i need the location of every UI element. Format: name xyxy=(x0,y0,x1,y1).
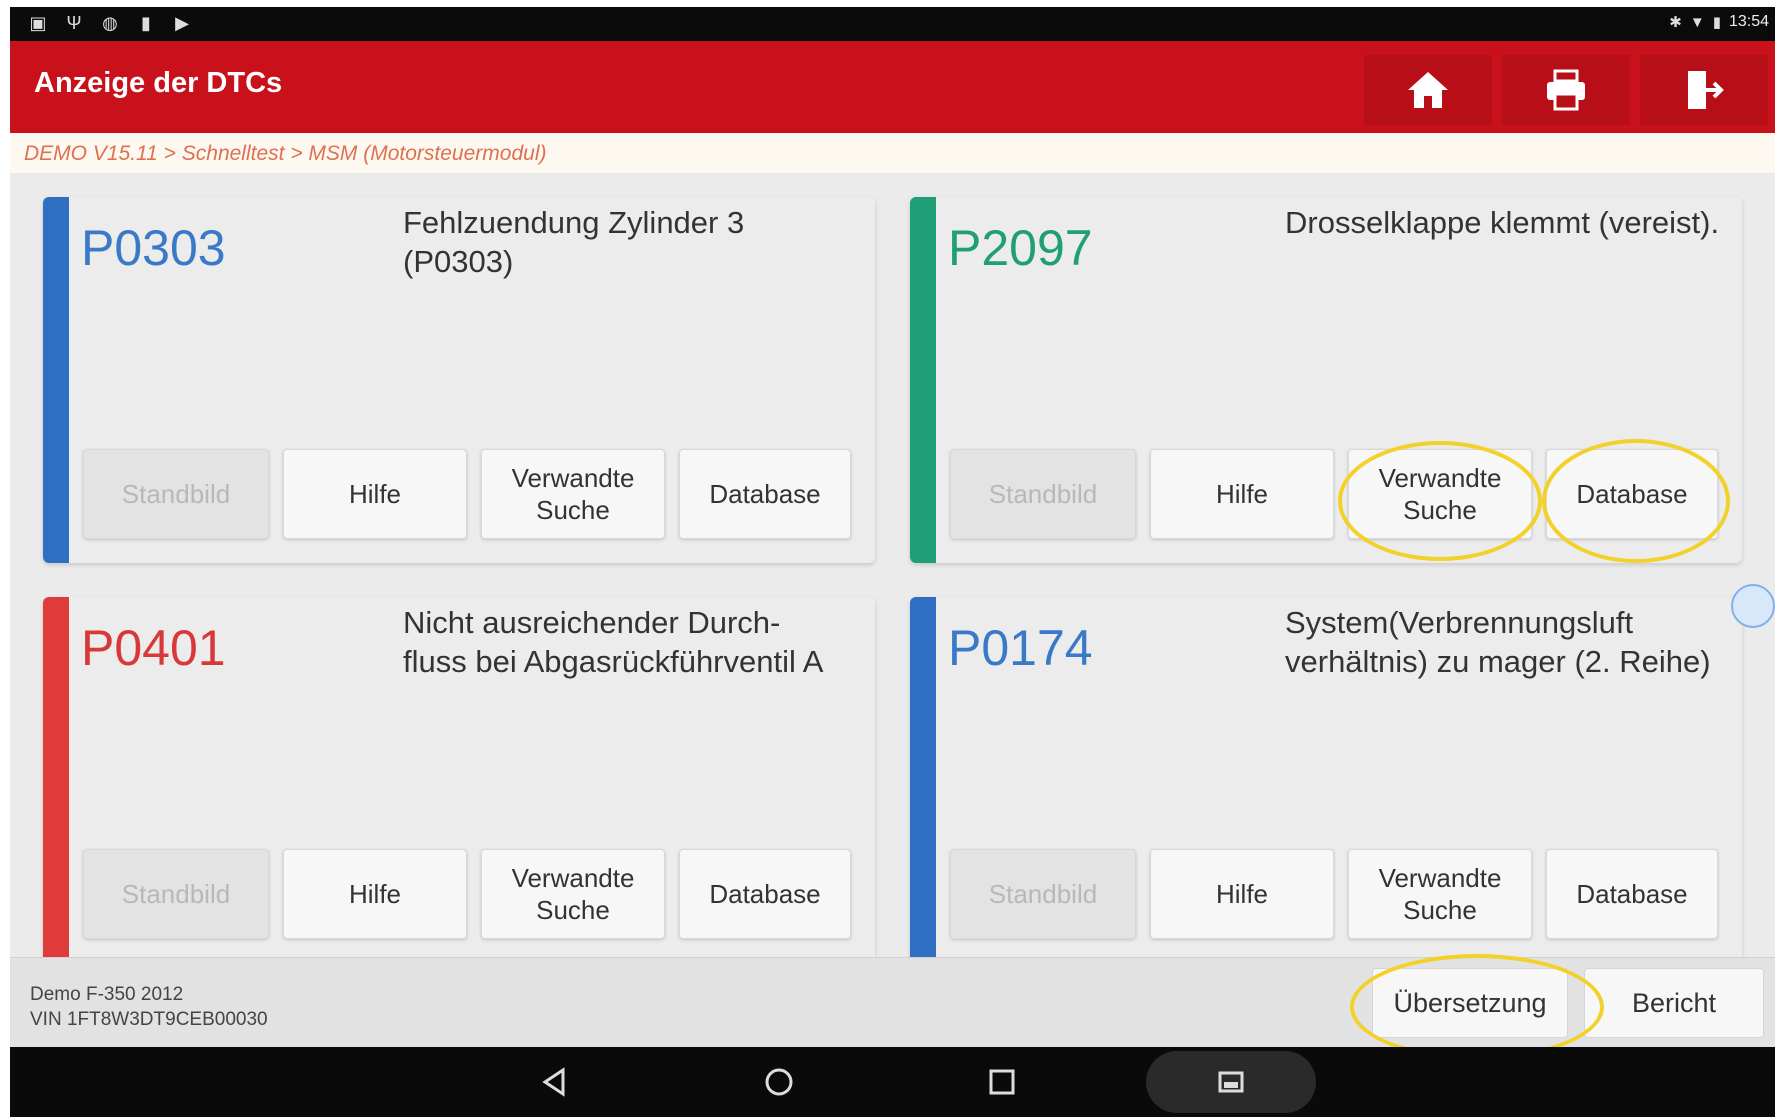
home-circle-icon xyxy=(765,1068,793,1096)
translate-button[interactable]: Übersetzung xyxy=(1372,968,1568,1038)
nav-home-button[interactable] xyxy=(754,1059,804,1105)
card-accent xyxy=(910,197,936,563)
hilfe-button[interactable]: Hilfe xyxy=(1150,849,1334,939)
vehicle-model: Demo F-350 2012 xyxy=(30,984,184,1005)
bluetooth-icon: ✱ xyxy=(1669,14,1682,31)
print-button[interactable] xyxy=(1502,55,1630,125)
status-time: 13:54 xyxy=(1728,13,1769,30)
print-icon xyxy=(1547,69,1585,111)
vehicle-vin: VIN 1FT8W3DT9CEB00030 xyxy=(30,1009,268,1030)
database-button[interactable]: Database xyxy=(679,849,851,939)
exit-button[interactable] xyxy=(1640,55,1768,125)
floating-assist-icon[interactable] xyxy=(1731,584,1775,628)
signal-icon: Ψ xyxy=(66,13,82,33)
database-button[interactable]: Database xyxy=(679,449,851,539)
battery-icon: ▮ xyxy=(1712,14,1721,31)
recents-button[interactable] xyxy=(977,1059,1027,1105)
standbild-button[interactable]: Standbild xyxy=(950,849,1136,939)
recents-icon xyxy=(989,1069,1015,1095)
bottom-bar: Demo F-350 2012 VIN 1FT8W3DT9CEB00030 Üb… xyxy=(10,957,1775,1048)
screenshot-icon xyxy=(1218,1071,1244,1093)
standbild-button[interactable]: Standbild xyxy=(83,449,269,539)
wifi-icon: ▼ xyxy=(1689,13,1705,31)
dtc-code: P2097 xyxy=(948,220,1093,276)
dtc-card: P0401 Nicht ausreichender Durch-fluss be… xyxy=(43,597,875,963)
database-button[interactable]: Database xyxy=(1546,449,1718,539)
tablet-screen: ▣ Ψ ◍ ▮ ▶ ✱ ▼ ▮ 13:54 Anzeige der DTCs D… xyxy=(10,7,1775,1117)
notification-icon: ▣ xyxy=(29,13,47,33)
vehicle-info: Demo F-350 2012 VIN 1FT8W3DT9CEB00030 xyxy=(30,982,268,1032)
dtc-code: P0303 xyxy=(81,220,226,276)
app-bar: Anzeige der DTCs xyxy=(10,41,1775,133)
hilfe-button[interactable]: Hilfe xyxy=(1150,449,1334,539)
standbild-button[interactable]: Standbild xyxy=(83,849,269,939)
verwandte-suche-button[interactable]: Verwandte Suche xyxy=(481,449,665,539)
page-title: Anzeige der DTCs xyxy=(34,67,283,99)
breadcrumb: DEMO V15.11 > Schnelltest > MSM (Motorst… xyxy=(10,133,1775,173)
dtc-card: P2097 Drosselklappe klemmt (vereist). St… xyxy=(910,197,1742,563)
verwandte-suche-button[interactable]: Verwandte Suche xyxy=(1348,449,1532,539)
breadcrumb-text: DEMO V15.11 > Schnelltest > MSM (Motorst… xyxy=(24,142,547,165)
verwandte-suche-button[interactable]: Verwandte Suche xyxy=(1348,849,1532,939)
back-icon xyxy=(542,1067,565,1097)
card-accent xyxy=(43,597,69,963)
card-accent xyxy=(43,197,69,563)
hilfe-button[interactable]: Hilfe xyxy=(283,449,467,539)
dtc-description: Nicht ausreichender Durch-fluss bei Abga… xyxy=(403,605,824,679)
back-button[interactable] xyxy=(530,1059,580,1105)
dtc-description: System(Verbrennungsluft verhältnis) zu m… xyxy=(1285,605,1711,679)
dtc-card: P0174 System(Verbrennungsluft verhältnis… xyxy=(910,597,1742,963)
dtc-card: P0303 Fehlzuendung Zylinder 3 (P0303) St… xyxy=(43,197,875,563)
usb-icon: ◍ xyxy=(102,13,118,33)
status-bar: ▣ Ψ ◍ ▮ ▶ ✱ ▼ ▮ 13:54 xyxy=(10,7,1775,41)
standbild-button[interactable]: Standbild xyxy=(950,449,1136,539)
database-button[interactable]: Database xyxy=(1546,849,1718,939)
report-button[interactable]: Bericht xyxy=(1584,968,1764,1038)
verwandte-suche-button[interactable]: Verwandte Suche xyxy=(481,849,665,939)
dtc-description: Drosselklappe klemmt (vereist). xyxy=(1285,205,1720,240)
play-icon: ▶ xyxy=(175,13,189,33)
screenshot-button[interactable] xyxy=(1206,1059,1256,1105)
exit-icon xyxy=(1688,71,1724,109)
navigation-bar xyxy=(10,1047,1775,1117)
hilfe-button[interactable]: Hilfe xyxy=(283,849,467,939)
dtc-code: P0174 xyxy=(948,620,1093,676)
dtc-description: Fehlzuendung Zylinder 3 (P0303) xyxy=(403,205,745,279)
home-button[interactable] xyxy=(1364,55,1492,125)
sd-icon: ▮ xyxy=(141,13,151,33)
home-icon xyxy=(1408,72,1448,108)
card-accent xyxy=(910,597,936,963)
dtc-code: P0401 xyxy=(81,620,226,676)
